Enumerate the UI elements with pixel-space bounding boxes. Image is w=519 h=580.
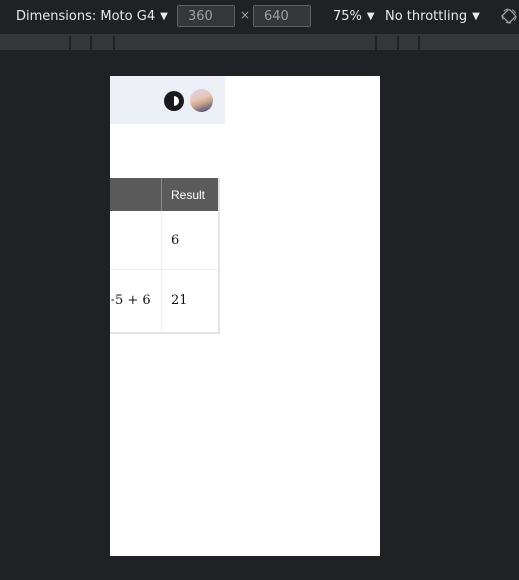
ruler-tick[interactable] (69, 36, 71, 50)
column-divider (161, 211, 162, 332)
ruler-tick[interactable] (375, 36, 377, 50)
media-query-ruler (0, 32, 519, 50)
table-header-row: Result (110, 178, 218, 211)
rotate-icon[interactable] (501, 8, 517, 24)
avatar[interactable] (190, 89, 213, 112)
table-cell-result: 21 (171, 292, 188, 308)
ruler-tick[interactable] (113, 36, 115, 50)
width-input[interactable]: 360 (177, 5, 235, 27)
times-symbol: × (240, 8, 251, 22)
height-input[interactable]: 640 (253, 5, 311, 27)
device-dimensions-label: Dimensions: Moto G4 (16, 8, 156, 24)
zoom-dropdown[interactable]: 75% ▼ (333, 0, 375, 32)
theme-toggle-half (174, 96, 179, 106)
page-header (110, 76, 225, 124)
table-cell-expression: 5 + 6 (115, 292, 151, 308)
chevron-down-icon: ▼ (160, 10, 168, 22)
device-viewport: Result 6 5 + 6 + 21 (110, 76, 380, 556)
ruler-tick[interactable] (418, 36, 420, 50)
ruler-tick[interactable] (90, 36, 92, 50)
column-header-result: Result (171, 187, 206, 202)
row-divider (110, 269, 218, 270)
truncated-plus-sign: + (110, 290, 114, 310)
chevron-down-icon: ▼ (366, 10, 375, 22)
chevron-down-icon: ▼ (472, 10, 480, 22)
results-table: Result 6 5 + 6 + 21 (110, 178, 220, 334)
column-divider (161, 178, 162, 211)
throttling-dropdown[interactable]: No throttling ▼ (385, 0, 480, 32)
zoom-label: 75% (333, 8, 362, 24)
table-cell-result: 6 (171, 232, 180, 248)
device-dimensions-dropdown[interactable]: Dimensions: Moto G4 ▼ (16, 0, 168, 32)
devtools-device-toolbar: Dimensions: Moto G4 ▼ 360 × 640 75% ▼ No… (0, 0, 519, 32)
throttling-label: No throttling (385, 8, 468, 24)
ruler-tick[interactable] (397, 36, 399, 50)
contrast-icon[interactable] (164, 91, 184, 111)
